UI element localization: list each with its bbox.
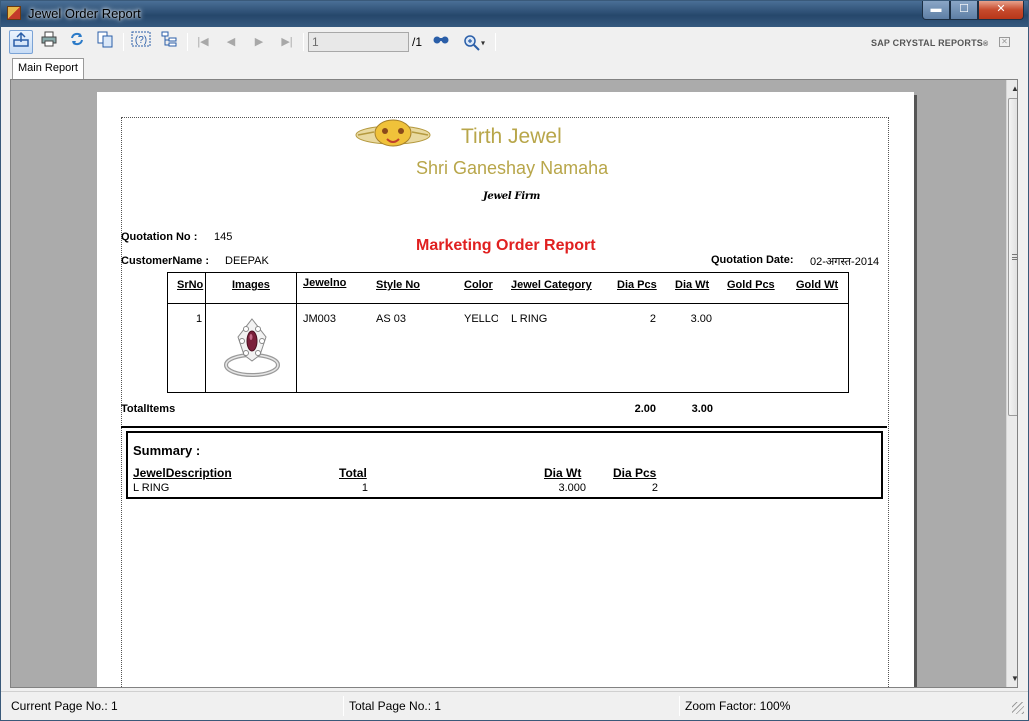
status-total-page: Total Page No.: 1: [349, 699, 442, 713]
brand-close-icon[interactable]: ✕: [999, 37, 1010, 47]
totals-divider: [121, 426, 887, 428]
last-page-icon[interactable]: ▶|: [275, 30, 299, 54]
quotation-no-value: 145: [214, 231, 233, 243]
ring-image: [224, 318, 280, 377]
customer-value: DEEPAK: [225, 255, 269, 267]
page-boundary: [121, 117, 889, 687]
summary-title: Summary :: [133, 443, 201, 458]
cell-dia-wt: 3.00: [690, 313, 712, 325]
status-separator: [343, 696, 344, 716]
status-bar: Current Page No.: 1 Total Page No.: 1 Zo…: [1, 691, 1028, 720]
cell-color: YELLOW: [464, 313, 498, 325]
zoom-caret: ▾: [480, 38, 485, 48]
maximize-button[interactable]: ☐: [950, 1, 978, 20]
toolbar-separator: [495, 33, 496, 51]
close-button[interactable]: ✕: [978, 1, 1024, 20]
title-bar[interactable]: Jewel Order Report ▬ ☐ ✕: [1, 1, 1028, 27]
table-divider: [205, 273, 206, 392]
col-header-style-no: Style No: [376, 279, 421, 291]
summary-box: Summary : JewelDescription Total Dia Wt …: [126, 431, 883, 499]
summary-header-total: Total: [339, 466, 367, 480]
report-page: Tirth Jewel Shri Ganeshay Namaha Jewel F…: [97, 92, 914, 687]
total-dia-wt: 3.00: [691, 403, 713, 415]
col-header-srno: SrNo: [177, 279, 204, 291]
refresh-icon[interactable]: [65, 30, 89, 54]
order-table: SrNo Images Jewelno Style No Color Jewel…: [167, 272, 849, 393]
summary-cell-dia-wt: 3.000: [558, 482, 586, 494]
cell-style-no: AS 03: [376, 313, 406, 325]
report-tabs: Main Report: [1, 57, 1028, 79]
col-header-color: Color: [464, 279, 493, 291]
col-header-jewelno: Jewelno: [303, 277, 347, 289]
scroll-up-icon[interactable]: ▲: [1007, 80, 1017, 97]
quotation-no-label: Quotation No :: [121, 231, 198, 243]
status-zoom: Zoom Factor: 100%: [685, 699, 791, 713]
scroll-down-icon[interactable]: ▼: [1007, 670, 1017, 687]
col-header-jewel-category: Jewel Category: [511, 279, 592, 291]
col-header-gold-wt: Gold Wt: [796, 279, 839, 291]
col-header-dia-wt: Dia Wt: [675, 279, 710, 291]
window-controls: ▬ ☐ ✕: [922, 1, 1024, 20]
summary-header-dia-pcs: Dia Pcs: [613, 466, 657, 480]
total-dia-pcs: 2.00: [634, 403, 656, 415]
previous-page-icon[interactable]: ◀: [219, 30, 243, 54]
find-icon[interactable]: [429, 30, 453, 54]
help-icon[interactable]: (?): [129, 30, 153, 54]
page-total-label: /1: [412, 35, 423, 49]
next-page-icon[interactable]: ▶: [247, 30, 271, 54]
firm-subtitle: Shri Ganeshay Namaha: [416, 158, 609, 178]
app-window: Jewel Order Report ▬ ☐ ✕ (?) |◀ ◀ ▶ ▶| 1…: [0, 0, 1029, 721]
col-header-images: Images: [232, 279, 270, 291]
toolbar-separator: [303, 33, 304, 51]
cell-srno: 1: [196, 313, 203, 325]
brand-label: SAP CRYSTAL REPORTS®: [871, 38, 989, 48]
table-divider: [296, 273, 297, 392]
vertical-scrollbar[interactable]: ▲ ▼: [1006, 80, 1017, 687]
resize-grip-icon[interactable]: [1012, 702, 1024, 714]
page-number-input[interactable]: 1: [308, 32, 409, 52]
zoom-icon[interactable]: ▾: [457, 30, 491, 54]
quotation-date-value: 02-अगस्त-2014: [810, 256, 880, 268]
summary-cell-dia-pcs: 2: [651, 482, 658, 494]
app-icon: [7, 6, 21, 20]
group-tree-icon[interactable]: [157, 30, 181, 54]
status-current-page: Current Page No.: 1: [11, 699, 118, 713]
tab-main-report[interactable]: Main Report: [12, 58, 84, 79]
quotation-date-label: Quotation Date:: [711, 254, 794, 266]
firm-name: Tirth Jewel: [461, 125, 562, 148]
first-page-icon[interactable]: |◀: [191, 30, 215, 54]
scroll-thumb[interactable]: [1008, 98, 1017, 416]
total-items-label: TotalItems: [121, 403, 176, 415]
col-header-gold-pcs: Gold Pcs: [727, 279, 775, 291]
print-icon[interactable]: [37, 30, 61, 54]
crystal-toolbar: (?) |◀ ◀ ▶ ▶| 1 /1 ▾ SAP CRYSTAL REPORTS…: [5, 29, 1024, 57]
toolbar-separator: [123, 33, 124, 51]
cell-jewelno: JM003: [303, 313, 337, 325]
summary-header-dia-wt: Dia Wt: [544, 466, 582, 480]
grip-icon: [1012, 254, 1017, 260]
firm-logo: [355, 119, 431, 147]
cell-dia-pcs: 2: [649, 313, 656, 325]
cell-jewel-category: L RING: [511, 313, 548, 325]
export-icon[interactable]: [9, 30, 33, 54]
table-divider: [168, 303, 848, 304]
report-viewer[interactable]: Tirth Jewel Shri Ganeshay Namaha Jewel F…: [10, 79, 1018, 688]
customer-label: CustomerName :: [121, 255, 210, 267]
summary-header-description: JewelDescription: [133, 466, 232, 480]
firm-tagline: Jewel Firm: [483, 191, 541, 202]
toolbar-separator: [187, 33, 188, 51]
col-header-dia-pcs: Dia Pcs: [617, 279, 657, 291]
status-separator: [679, 696, 680, 716]
summary-cell-description: L RING: [133, 482, 170, 494]
copy-icon[interactable]: [93, 30, 117, 54]
minimize-button[interactable]: ▬: [922, 1, 950, 20]
window-title: Jewel Order Report: [28, 6, 141, 21]
svg-text:(?): (?): [135, 35, 147, 46]
report-title: Marketing Order Report: [416, 237, 596, 254]
summary-cell-total: 1: [361, 482, 368, 494]
